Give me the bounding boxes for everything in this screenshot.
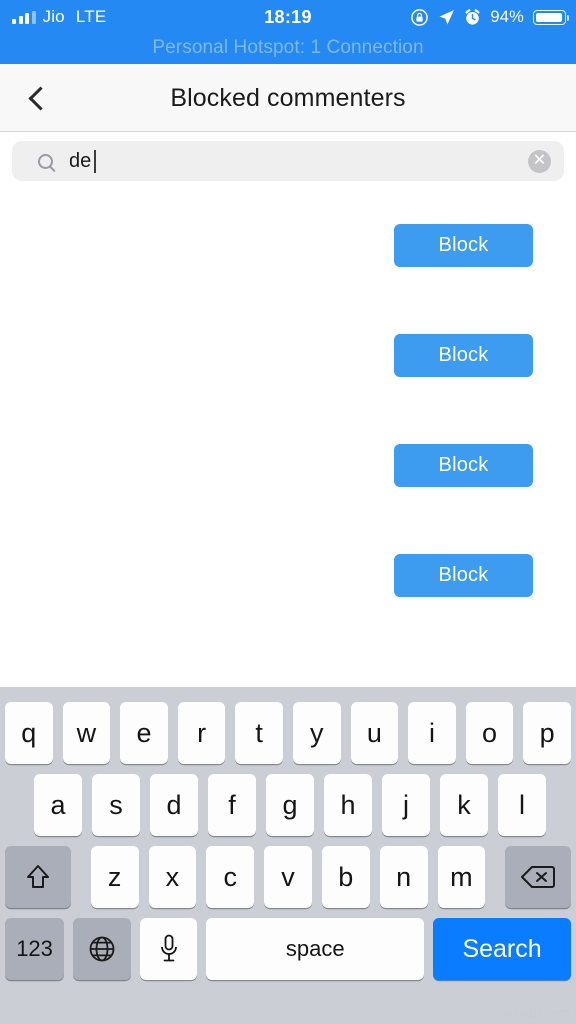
key-n[interactable]: n bbox=[379, 846, 428, 908]
key-f[interactable]: f bbox=[208, 774, 256, 836]
keyboard-row-4: 123 space Search bbox=[0, 918, 576, 980]
numeric-mode-key[interactable]: 123 bbox=[5, 918, 65, 980]
key-e[interactable]: e bbox=[120, 702, 168, 764]
phone-screen: Jio LTE 18:19 94% Personal Hotspot: 1 Co… bbox=[0, 0, 576, 1024]
rotation-lock-icon bbox=[411, 8, 429, 26]
list-item[interactable]: Block bbox=[0, 410, 576, 520]
dictation-mic-key[interactable] bbox=[140, 918, 198, 980]
key-l[interactable]: l bbox=[498, 774, 546, 836]
key-h[interactable]: h bbox=[324, 774, 372, 836]
location-arrow-icon bbox=[439, 9, 455, 24]
key-j[interactable]: j bbox=[382, 774, 430, 836]
status-bar-right: 94% bbox=[410, 7, 569, 27]
alarm-clock-icon bbox=[465, 8, 480, 25]
search-field[interactable]: de ✕ bbox=[12, 141, 564, 181]
key-b[interactable]: b bbox=[321, 846, 370, 908]
key-s[interactable]: s bbox=[92, 774, 140, 836]
globe-language-icon bbox=[89, 936, 115, 962]
key-q[interactable]: q bbox=[5, 702, 53, 764]
battery-percent-label: 94% bbox=[490, 7, 524, 26]
hotspot-banner: Personal Hotspot: 1 Connection bbox=[152, 37, 424, 58]
search-icon bbox=[38, 153, 53, 169]
key-o[interactable]: o bbox=[465, 702, 514, 764]
keyboard-row-2: a s d f g h j k l bbox=[0, 774, 576, 836]
watermark-label: wsxdn.com bbox=[503, 1005, 570, 1020]
status-bar-row: Jio LTE 18:19 94% bbox=[0, 0, 576, 34]
keyboard-row-3: z x c v b n m bbox=[0, 846, 576, 908]
battery-icon bbox=[533, 9, 569, 25]
key-x[interactable]: x bbox=[148, 846, 197, 908]
language-globe-key[interactable] bbox=[73, 918, 132, 980]
search-bar-container: de ✕ bbox=[0, 132, 576, 190]
on-screen-keyboard: q w e r t y u i o p a s d f g h j k l z … bbox=[0, 687, 576, 1024]
key-c[interactable]: c bbox=[206, 846, 255, 908]
key-m[interactable]: m bbox=[437, 846, 486, 908]
clear-icon-glyph: ✕ bbox=[532, 151, 547, 169]
backspace-key[interactable] bbox=[505, 846, 572, 908]
list-item[interactable]: Block bbox=[0, 520, 576, 630]
key-u[interactable]: u bbox=[350, 702, 399, 764]
key-z[interactable]: z bbox=[90, 846, 139, 908]
clear-search-button[interactable]: ✕ bbox=[528, 149, 551, 173]
shift-arrow-icon bbox=[26, 865, 49, 888]
space-key[interactable]: space bbox=[206, 918, 425, 980]
search-input-value: de bbox=[69, 149, 92, 172]
shift-key[interactable] bbox=[5, 846, 71, 908]
key-a[interactable]: a bbox=[34, 774, 82, 836]
key-k[interactable]: k bbox=[440, 774, 488, 836]
block-button[interactable]: Block bbox=[394, 334, 533, 377]
blocked-commenters-list: Block Block Block Block bbox=[0, 190, 576, 687]
list-item[interactable]: Block bbox=[0, 190, 576, 300]
block-button[interactable]: Block bbox=[394, 554, 533, 597]
key-w[interactable]: w bbox=[62, 702, 111, 764]
block-button[interactable]: Block bbox=[394, 444, 533, 487]
nav-bar: Blocked commenters bbox=[0, 64, 576, 132]
key-t[interactable]: t bbox=[235, 702, 283, 764]
key-d[interactable]: d bbox=[150, 774, 198, 836]
key-y[interactable]: y bbox=[292, 702, 341, 764]
text-cursor bbox=[94, 149, 96, 173]
key-g[interactable]: g bbox=[266, 774, 314, 836]
backspace-delete-icon bbox=[521, 866, 556, 888]
key-v[interactable]: v bbox=[264, 846, 312, 908]
key-r[interactable]: r bbox=[177, 702, 226, 764]
key-p[interactable]: p bbox=[523, 702, 571, 764]
page-title: Blocked commenters bbox=[170, 83, 406, 112]
key-i[interactable]: i bbox=[408, 702, 456, 764]
list-item[interactable]: Block bbox=[0, 300, 576, 410]
search-key[interactable]: Search bbox=[433, 918, 572, 980]
status-bar: Jio LTE 18:19 94% Personal Hotspot: 1 Co… bbox=[0, 0, 576, 64]
keyboard-row-1: q w e r t y u i o p bbox=[0, 702, 576, 764]
block-button[interactable]: Block bbox=[394, 224, 533, 267]
microphone-icon bbox=[160, 934, 177, 962]
